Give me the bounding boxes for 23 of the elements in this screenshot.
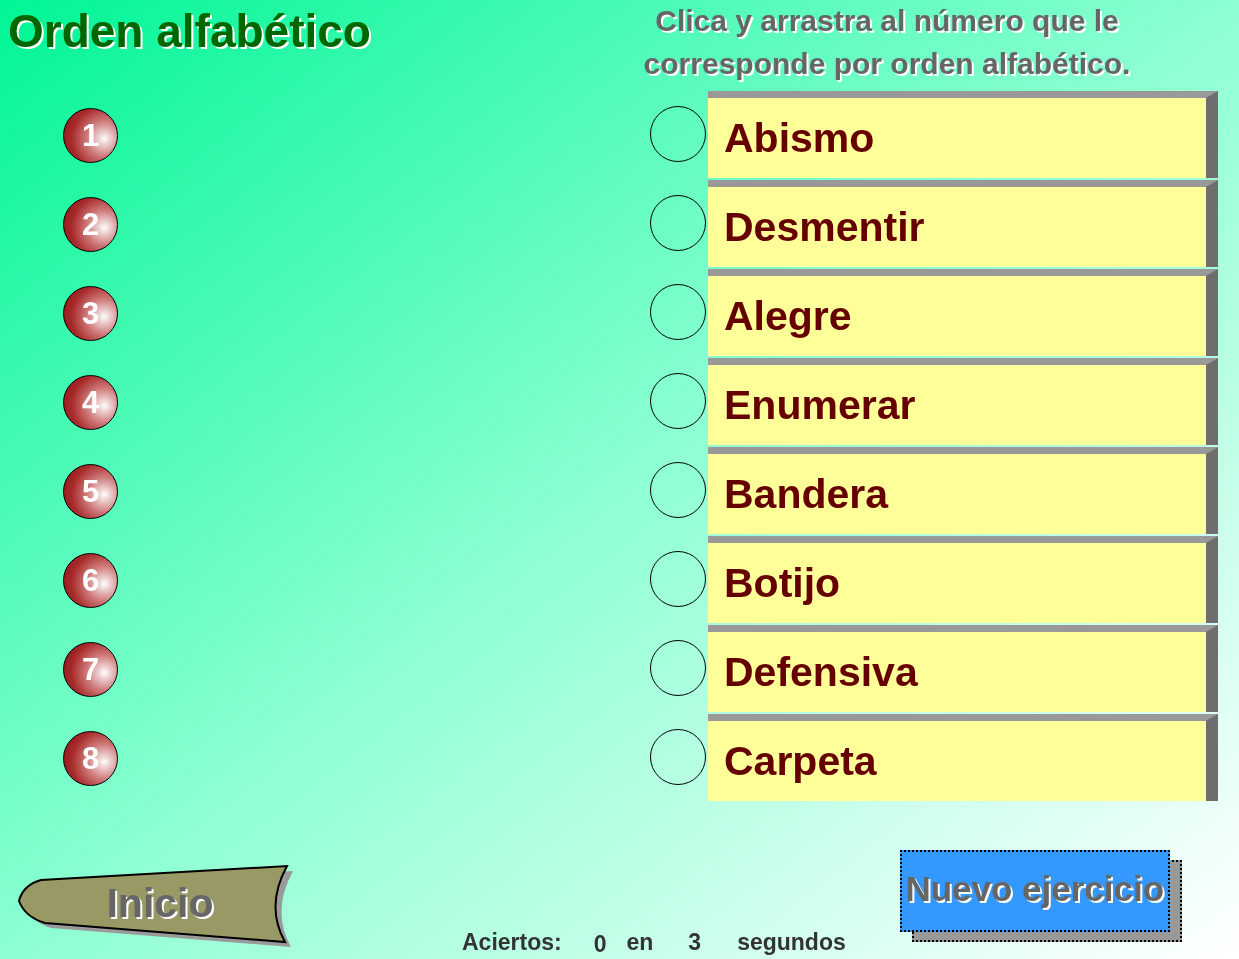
word-card: Abismo	[708, 91, 1218, 178]
number-ball[interactable]: 7	[63, 641, 118, 697]
score-connector: en	[626, 929, 654, 956]
instruction-text: Clica y arrastra al número que le corresponde por orden alfabético.	[642, 3, 1132, 82]
number-ball[interactable]: 4	[63, 374, 118, 430]
number-ball[interactable]: 8	[63, 730, 118, 786]
page-title: Orden alfabético	[8, 4, 371, 59]
word-card: Defensiva	[708, 625, 1218, 712]
word-card: Bandera	[708, 447, 1218, 534]
seconds-unit: segundos	[737, 929, 846, 956]
word-card: Alegre	[708, 269, 1218, 356]
number-ball[interactable]: 5	[63, 463, 118, 519]
number-ball[interactable]: 1	[63, 107, 118, 163]
number-ball[interactable]: 3	[63, 285, 118, 341]
number-ball[interactable]: 2	[63, 196, 118, 252]
score-label: Aciertos:	[462, 929, 562, 956]
word-card: Carpeta	[708, 714, 1218, 801]
word-card: Enumerar	[708, 358, 1218, 445]
number-ball[interactable]: 6	[63, 552, 118, 608]
word-card: Botijo	[708, 536, 1218, 623]
word-card: Desmentir	[708, 180, 1218, 267]
seconds-count: 3	[688, 929, 702, 956]
hits-count: 0	[593, 931, 607, 958]
